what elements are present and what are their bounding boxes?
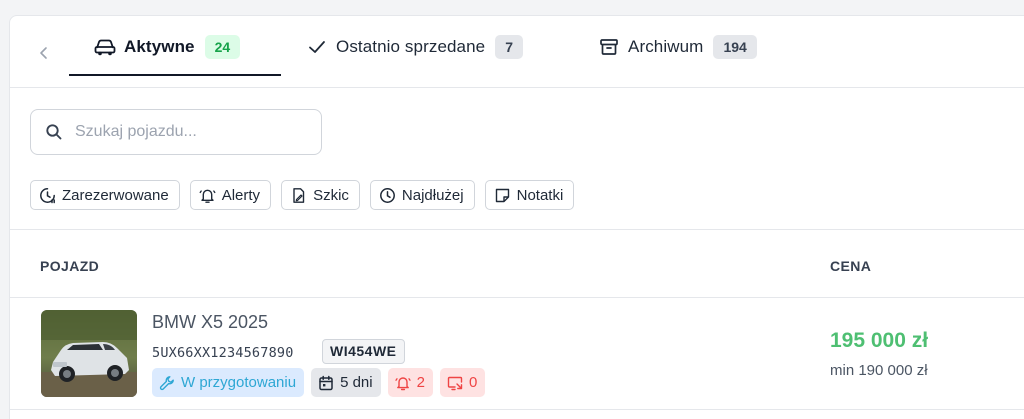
alerts-badge[interactable]: 2 bbox=[387, 368, 433, 397]
filter-alerty[interactable]: Alerty bbox=[189, 180, 272, 210]
filter-notatki[interactable]: Notatki bbox=[484, 180, 575, 210]
search-box bbox=[30, 109, 322, 155]
tab-count-badge: 7 bbox=[495, 35, 524, 59]
table-header: POJAZD CENA bbox=[10, 230, 1024, 298]
filter-najdluzej[interactable]: Najdłużej bbox=[369, 180, 475, 210]
archive-icon bbox=[598, 36, 620, 58]
leads-count: 0 bbox=[468, 374, 478, 391]
filter-szkic[interactable]: Szkic bbox=[281, 180, 360, 210]
leads-badge[interactable]: 0 bbox=[439, 368, 486, 397]
bell-icon bbox=[199, 187, 216, 204]
tab-count-badge: 24 bbox=[204, 35, 241, 59]
back-button[interactable] bbox=[36, 43, 52, 63]
search-icon bbox=[46, 124, 62, 140]
alerts-count: 2 bbox=[416, 374, 425, 391]
tab-aktywne[interactable]: Aktywne 24 bbox=[94, 16, 241, 78]
screen-share-icon bbox=[447, 375, 463, 391]
column-header-price[interactable]: CENA bbox=[830, 258, 871, 274]
status-badge[interactable]: W przygotowaniu bbox=[152, 368, 305, 397]
bell-icon bbox=[394, 375, 411, 391]
filter-label: Szkic bbox=[313, 186, 349, 204]
tab-count-badge: 194 bbox=[713, 35, 757, 59]
calendar-icon bbox=[318, 375, 334, 391]
tab-archiwum[interactable]: Archiwum 194 bbox=[598, 16, 757, 78]
vehicles-table: POJAZD CENA BMW X5 2025 5UX66XX123456789… bbox=[10, 229, 1024, 410]
note-icon bbox=[494, 187, 511, 204]
tab-ostatnio-sprzedane[interactable]: Ostatnio sprzedane 7 bbox=[306, 16, 524, 78]
clock-icon bbox=[379, 187, 396, 204]
reserved-clock-icon bbox=[39, 187, 56, 204]
vehicle-tags: W przygotowaniu 5 dni 2 0 bbox=[152, 368, 486, 397]
filter-label: Notatki bbox=[516, 186, 564, 204]
vehicle-price: 195 000 zł bbox=[830, 329, 929, 352]
check-icon bbox=[306, 36, 328, 58]
table-row[interactable]: BMW X5 2025 5UX66XX1234567890 WI454WE W … bbox=[10, 298, 1024, 410]
vehicle-vin: 5UX66XX1234567890 bbox=[152, 345, 294, 361]
search-input[interactable] bbox=[75, 123, 295, 141]
vehicle-min-price: min 190 000 zł bbox=[830, 362, 928, 379]
vehicle-title[interactable]: BMW X5 2025 bbox=[152, 312, 268, 333]
license-plate: WI454WE bbox=[322, 339, 405, 364]
active-tab-indicator bbox=[69, 74, 281, 76]
chevron-left-icon bbox=[40, 47, 47, 59]
days-badge[interactable]: 5 dni bbox=[311, 368, 381, 397]
filter-label: Alerty bbox=[221, 186, 261, 204]
days-label: 5 dni bbox=[340, 374, 373, 391]
vehicle-photo[interactable] bbox=[41, 310, 137, 397]
status-label: W przygotowaniu bbox=[181, 374, 297, 391]
tab-label: Archiwum bbox=[628, 37, 704, 56]
tab-label: Aktywne bbox=[124, 37, 195, 56]
vehicles-panel: Aktywne 24 Ostatnio sprzedane 7 Archiwum… bbox=[9, 15, 1024, 419]
wrench-icon bbox=[159, 375, 175, 391]
car-icon bbox=[94, 36, 116, 58]
filter-zarezerwowane[interactable]: Zarezerwowane bbox=[30, 180, 180, 210]
filter-label: Zarezerwowane bbox=[62, 186, 169, 204]
column-header-vehicle[interactable]: POJAZD bbox=[40, 258, 99, 274]
draft-icon bbox=[290, 187, 307, 204]
tab-bar: Aktywne 24 Ostatnio sprzedane 7 Archiwum… bbox=[10, 16, 1024, 88]
filter-bar: Zarezerwowane Alerty Szkic Najdłużej Not… bbox=[30, 180, 575, 210]
filter-label: Najdłużej bbox=[401, 186, 464, 204]
tab-label: Ostatnio sprzedane bbox=[336, 37, 486, 56]
